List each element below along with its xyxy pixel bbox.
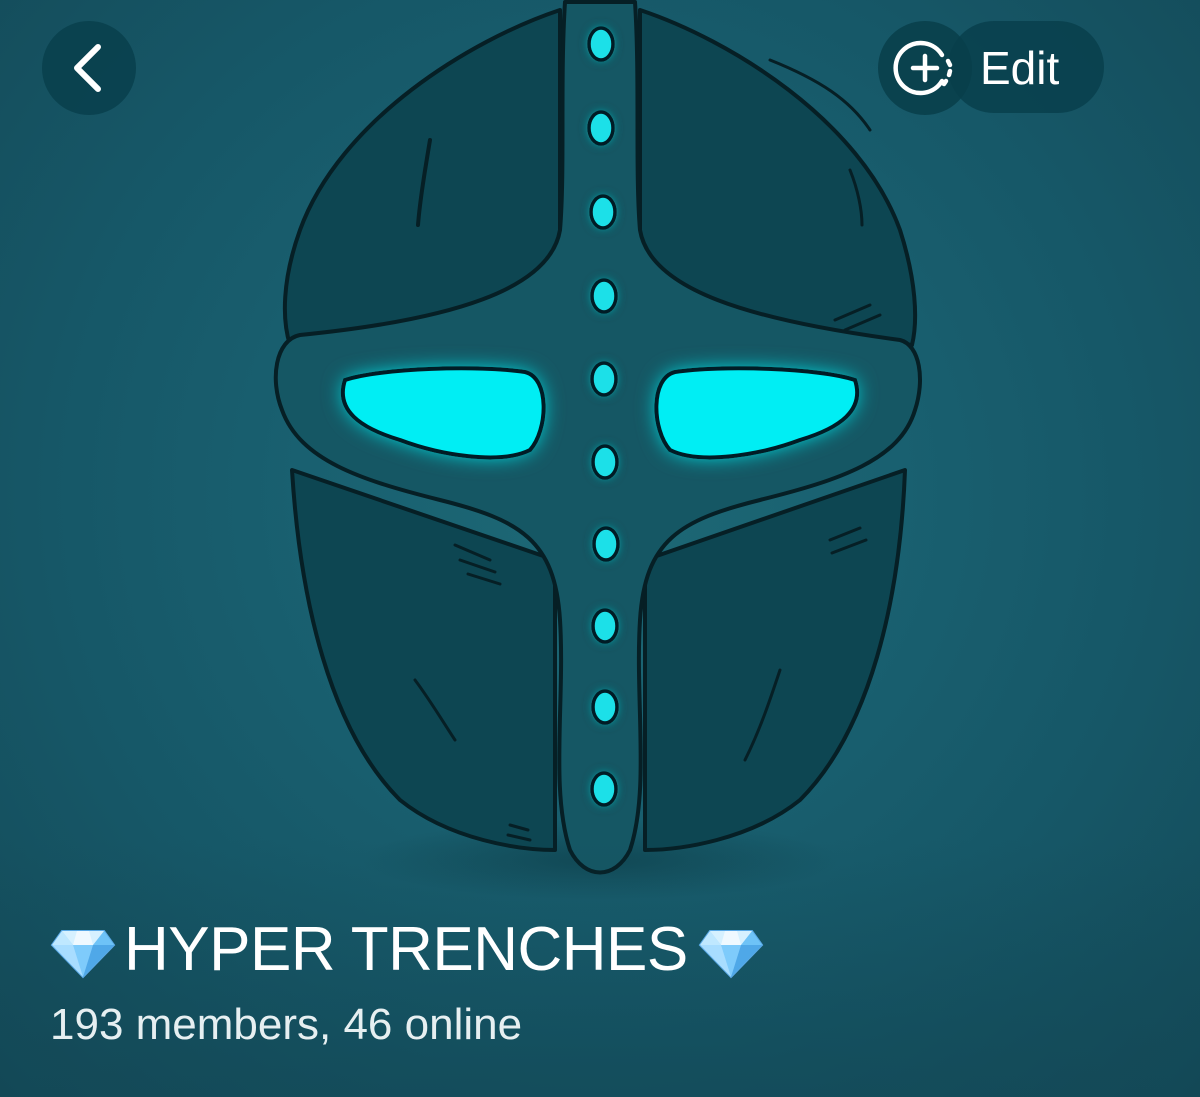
gem-icon [48, 915, 118, 985]
add-story-button[interactable] [878, 21, 972, 115]
chevron-left-icon [74, 44, 101, 92]
member-status: 193 members, 46 online [50, 1000, 523, 1049]
group-name: HYPER TRENCHES [124, 915, 688, 984]
add-story-icon [893, 40, 953, 96]
group-title: HYPER TRENCHES [48, 910, 766, 990]
edit-button[interactable]: Edit [980, 36, 1059, 100]
gem-icon [696, 915, 766, 985]
back-button[interactable] [42, 21, 136, 115]
group-profile-screen: Edit HYPER TRENCHES 193 members, 46 onli… [0, 0, 1200, 1097]
